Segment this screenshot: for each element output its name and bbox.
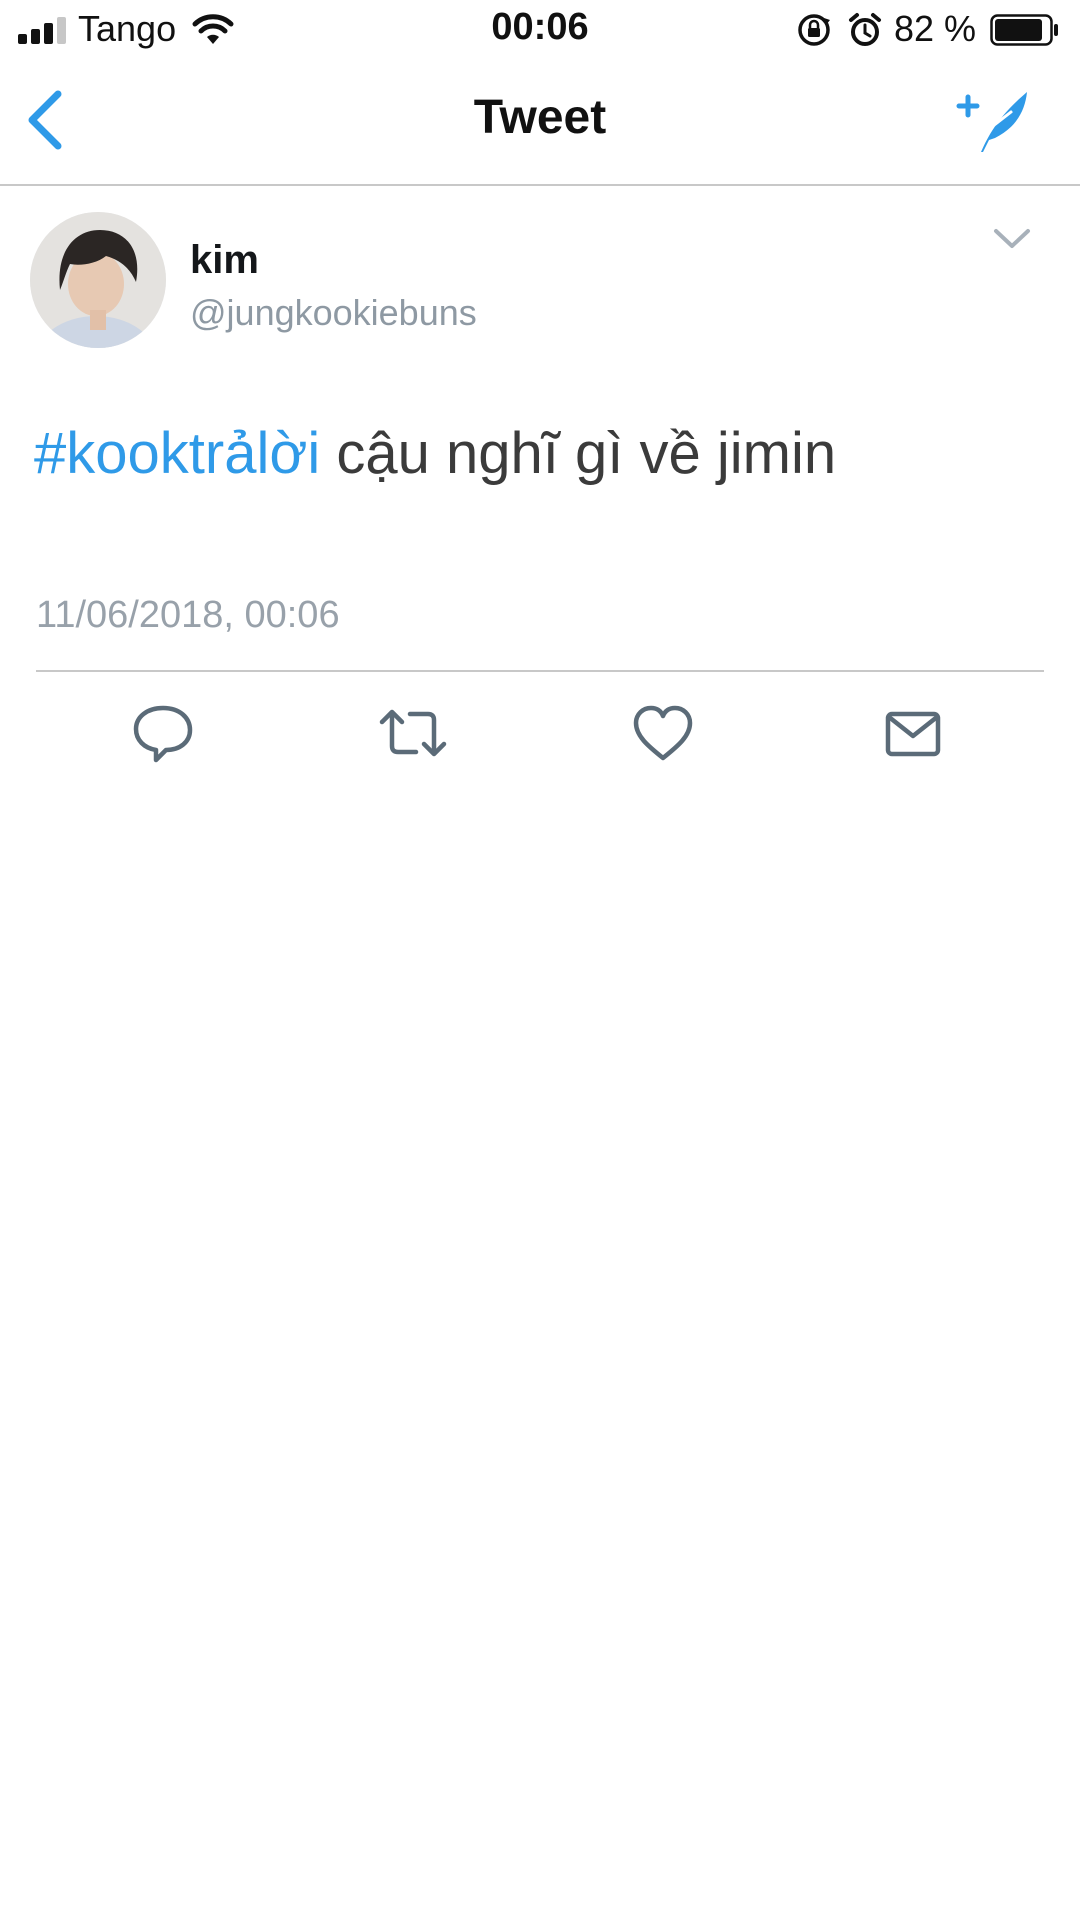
tweet-text: #kooktrảlời cậu nghĩ gì về jimin xyxy=(34,418,1044,490)
navigation-bar: Tweet xyxy=(0,60,1080,186)
status-bar: Tango 00:06 82 % xyxy=(0,0,1080,60)
divider xyxy=(36,670,1044,672)
chevron-down-icon[interactable] xyxy=(992,226,1032,252)
profile-photo xyxy=(30,212,166,348)
display-name[interactable]: kim xyxy=(190,238,259,283)
tweet-body: cậu nghĩ gì về jimin xyxy=(320,421,837,486)
heart-icon xyxy=(633,705,693,761)
rotation-lock-icon xyxy=(798,14,830,46)
compose-tweet-button[interactable] xyxy=(955,86,1031,156)
reply-icon xyxy=(133,705,193,763)
avatar[interactable] xyxy=(30,212,166,348)
envelope-icon xyxy=(885,711,941,757)
battery-icon xyxy=(990,14,1058,46)
battery-percentage: 82 % xyxy=(894,8,977,49)
page-title: Tweet xyxy=(473,91,607,144)
username[interactable]: @jungkookiebuns xyxy=(190,292,477,334)
like-button[interactable] xyxy=(628,700,698,766)
hashtag-link[interactable]: #kooktrảlời xyxy=(34,421,320,486)
retweet-button[interactable] xyxy=(378,700,448,766)
alarm-icon xyxy=(849,13,881,46)
direct-message-button[interactable] xyxy=(878,700,948,766)
tweet-timestamp: 11/06/2018, 00:06 xyxy=(36,594,340,636)
reply-button[interactable] xyxy=(128,700,198,766)
retweet-icon xyxy=(379,709,447,757)
